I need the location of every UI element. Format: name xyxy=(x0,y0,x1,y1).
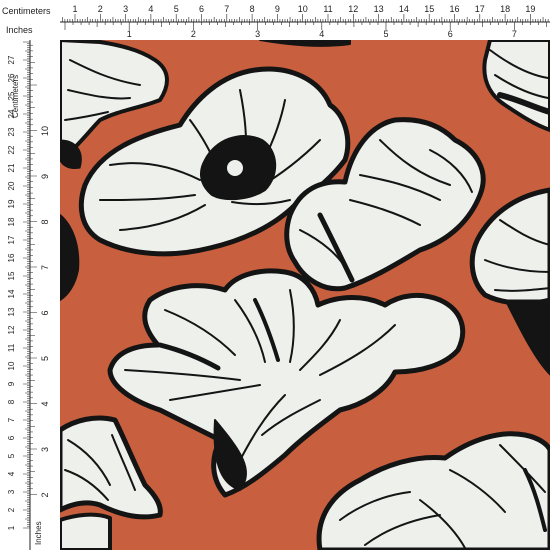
ruler-top-in-number: 3 xyxy=(255,29,260,39)
ruler-left-in-number: 3 xyxy=(40,447,50,452)
ruler-left-in-number: 9 xyxy=(40,174,50,179)
ruler-left-cm-number: 4 xyxy=(7,471,16,476)
ruler-left-in-number: 10 xyxy=(40,126,50,136)
ruler-top-cm-number: 16 xyxy=(449,4,459,14)
fabric-swatch: 1 2 3 4 5 6 7 8 9 10 11 12 13 14 15 16 17 18 191 2 3 4 5 6 7 Cen… xyxy=(0,0,550,550)
ruler-top-cm-number: 8 xyxy=(250,4,255,14)
ruler-top-cm-number: 10 xyxy=(298,4,308,14)
ruler-left-cm-number: 15 xyxy=(7,271,16,280)
ruler-top-in-number: 6 xyxy=(448,29,453,39)
ruler-left-in-label: Inches xyxy=(34,521,43,545)
ruler-top-cm-number: 5 xyxy=(174,4,179,14)
ruler-left-cm-number: 10 xyxy=(7,361,16,370)
ruler-top-in-number: 1 xyxy=(127,29,132,39)
ruler-top-cm-number: 7 xyxy=(224,4,229,14)
ruler-top-cm-number: 4 xyxy=(148,4,153,14)
ruler-left-cm-number: 11 xyxy=(7,343,16,352)
ruler-left-in-number: 6 xyxy=(40,310,50,315)
ruler-left-cm-label: Centimeters xyxy=(11,75,20,118)
ruler-left-cm-number: 17 xyxy=(7,235,16,244)
ruler-left: 2726252423222120191817161514131211109876… xyxy=(0,40,60,550)
ruler-left-cm-number: 16 xyxy=(7,253,16,262)
ruler-left-cm-number: 14 xyxy=(7,289,16,298)
ruler-left-cm-number: 1 xyxy=(7,525,16,530)
ruler-left-cm-number: 13 xyxy=(7,307,16,316)
ruler-left-cm-number: 8 xyxy=(7,399,16,404)
ruler-top-cm-number: 14 xyxy=(399,4,409,14)
ruler-top-cm-number: 6 xyxy=(199,4,204,14)
ruler-top-cm-number: 17 xyxy=(475,4,485,14)
ruler-top: 1 2 3 4 5 6 7 8 9 10 11 12 13 14 15 16 17 18 191 2 3 4 5 6 7 Cen… xyxy=(0,0,550,40)
ruler-top-in-number: 4 xyxy=(319,29,324,39)
ruler-top-cm-number: 2 xyxy=(98,4,103,14)
ruler-top-cm-number: 18 xyxy=(500,4,510,14)
ruler-top-cm-number: 11 xyxy=(323,4,332,14)
ruler-top-cm-number: 19 xyxy=(525,4,535,14)
ruler-top-cm-number: 12 xyxy=(348,4,358,14)
ruler-left-cm-number: 6 xyxy=(7,435,16,440)
ruler-left-cm-number: 22 xyxy=(7,145,16,154)
ruler-left-cm-number: 3 xyxy=(7,489,16,494)
ruler-left-cm-number: 21 xyxy=(7,163,16,172)
ruler-left-cm-number: 5 xyxy=(7,453,16,458)
ruler-left-cm-number: 2 xyxy=(7,507,16,512)
ruler-top-cm-number: 9 xyxy=(275,4,280,14)
ruler-left-in-number: 5 xyxy=(40,356,50,361)
ruler-left-cm-number: 23 xyxy=(7,127,16,136)
ruler-left-in-number: 7 xyxy=(40,265,50,270)
ruler-left-cm-number: 19 xyxy=(7,199,16,208)
ruler-left-in-number: 2 xyxy=(40,492,50,497)
ruler-left-cm-number: 18 xyxy=(7,217,16,226)
ruler-left-in-number: 4 xyxy=(40,401,50,406)
ruler-left-cm-number: 20 xyxy=(7,181,16,190)
ruler-left-cm-number: 27 xyxy=(7,55,16,64)
ruler-left-in-number: 8 xyxy=(40,219,50,224)
ruler-top-in-number: 2 xyxy=(191,29,196,39)
ruler-left-cm-number: 12 xyxy=(7,325,16,334)
ruler-top-cm-number: 1 xyxy=(72,4,77,14)
ruler-left-cm-number: 7 xyxy=(7,417,16,422)
ruler-top-cm-number: 13 xyxy=(374,4,384,14)
ruler-top-in-number: 5 xyxy=(383,29,388,39)
ruler-top-in-number: 7 xyxy=(512,29,517,39)
ruler-top-cm-number: 3 xyxy=(123,4,128,14)
ruler-top-cm-number: 15 xyxy=(424,4,434,14)
ruler-left-cm-number: 9 xyxy=(7,381,16,386)
